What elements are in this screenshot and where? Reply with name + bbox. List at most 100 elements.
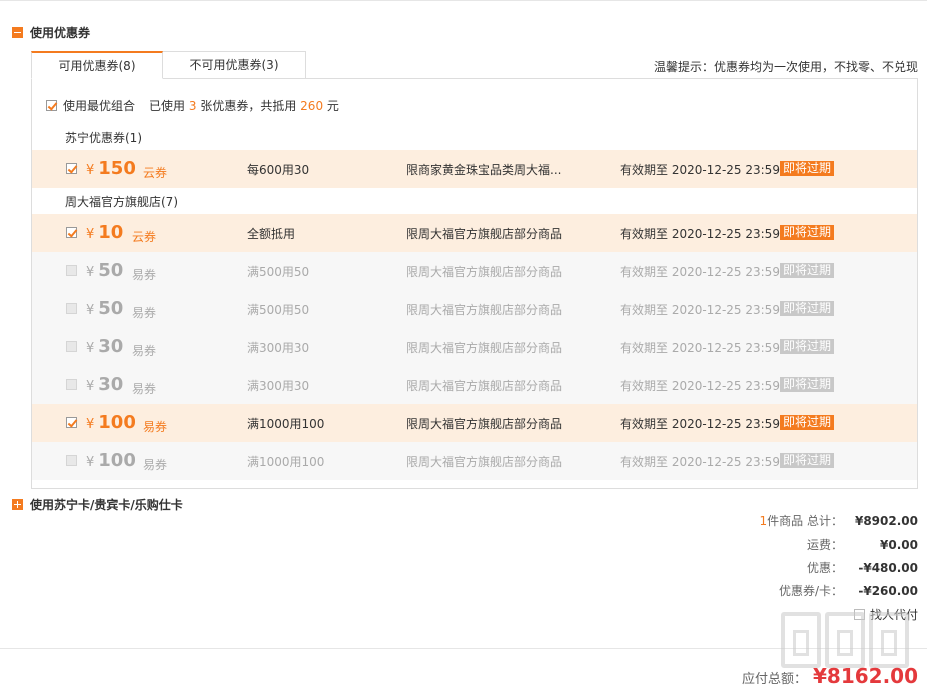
currency-symbol: ¥ — [86, 303, 95, 318]
currency-symbol: ¥ — [86, 455, 95, 470]
summary-shipping-row: 运费： ¥0.00 — [807, 536, 918, 553]
used-count: 3 — [188, 99, 197, 113]
watermark-glyph — [825, 612, 865, 668]
coupon-kind: 云券 — [132, 230, 157, 244]
coupon-scope: 限周大福官方旗舰店部分商品 — [406, 265, 563, 279]
coupon-scope: 限周大福官方旗舰店部分商品 — [406, 417, 563, 431]
best-combo-checkbox[interactable] — [46, 100, 57, 111]
currency-symbol: ¥ — [86, 227, 95, 242]
coupon-kind: 易券 — [132, 344, 157, 358]
coupon-checkbox[interactable] — [66, 379, 77, 390]
expiring-badge: 即将过期 — [780, 263, 835, 278]
coupon-checkbox[interactable] — [66, 303, 77, 314]
coupon-row[interactable]: ¥30 易券 满300用30 限周大福官方旗舰店部分商品 有效期至 2020-12-25… — [32, 366, 917, 404]
coupon-rule: 满500用50 — [247, 303, 310, 317]
coupon-checkbox[interactable] — [66, 341, 77, 352]
watermark-glyph — [869, 612, 909, 668]
currency-symbol: ¥ — [86, 163, 95, 178]
coupon-row[interactable]: ¥30 易券 满300用30 限周大福官方旗舰店部分商品 有效期至 2020-12-25… — [32, 328, 917, 366]
best-combo-label[interactable]: 使用最优组合 — [63, 97, 135, 114]
coupon-validity: 有效期至 2020-12-25 23:59 — [620, 455, 780, 469]
coupon-amount-value: 50 — [98, 298, 124, 319]
coupon-kind: 易券 — [143, 420, 168, 434]
coupon-rule: 满500用50 — [247, 265, 310, 279]
coupon-scope: 限周大福官方旗舰店部分商品 — [406, 341, 563, 355]
discount-label: 优惠： — [806, 561, 843, 575]
expiring-badge: 即将过期 — [780, 377, 835, 392]
coupon-scope: 限周大福官方旗舰店部分商品 — [406, 227, 563, 241]
coupon-scope: 限周大福官方旗舰店部分商品 — [406, 379, 563, 393]
group-title-chowtaifook: 周大福官方旗舰店(7) — [65, 195, 178, 209]
tab-unavailable-coupons[interactable]: 不可用优惠券(3) — [163, 51, 306, 79]
coupon-validity: 有效期至 2020-12-25 23:59 — [620, 265, 780, 279]
discount-value: -¥480.00 — [858, 560, 918, 575]
coupon-tabs: 可用优惠券(8) 不可用优惠券(3) — [31, 51, 306, 79]
coupon-row[interactable]: ¥100 易券 满1000用100 限周大福官方旗舰店部分商品 有效期至 2020-12… — [32, 442, 917, 480]
coupon-kind: 易券 — [132, 268, 157, 282]
expand-icon[interactable] — [12, 499, 23, 510]
coupon-kind: 易券 — [143, 458, 168, 472]
expiring-badge: 即将过期 — [780, 339, 835, 354]
coupon-section-header[interactable]: 使用优惠券 — [12, 24, 90, 41]
coupon-amount-value: 10 — [98, 222, 124, 243]
summary-total-row: 1件商品 总计： ¥8902.00 — [760, 512, 918, 529]
summary-discount-row: 优惠： -¥480.00 — [807, 559, 918, 576]
coupon-amount: ¥100 — [86, 412, 136, 433]
coupon-validity: 有效期至 2020-12-25 23:59 — [620, 227, 780, 241]
tab-available-coupons[interactable]: 可用优惠券(8) — [31, 51, 163, 79]
coupon-amount: ¥30 — [86, 336, 123, 357]
pay-total-row: 应付总额： ¥8162.00 — [742, 664, 918, 688]
coupon-row[interactable]: ¥150 云券 每600用30 限商家黄金珠宝品类周大福... 有效期至 2020-12… — [32, 150, 917, 188]
expiring-badge: 即将过期 — [780, 453, 835, 468]
collapse-icon[interactable] — [12, 27, 23, 38]
coupon-checkbox[interactable] — [66, 265, 77, 276]
coupon-rule: 满1000用100 — [247, 417, 325, 431]
coupon-checkbox[interactable] — [66, 227, 77, 238]
top-divider — [0, 0, 927, 1]
coupon-validity: 有效期至 2020-12-25 23:59 — [620, 341, 780, 355]
coupon-card-label: 优惠券/卡： — [778, 584, 843, 598]
coupon-scope: 限周大福官方旗舰店部分商品 — [406, 455, 563, 469]
coupon-row[interactable]: ¥50 易券 满500用50 限周大福官方旗舰店部分商品 有效期至 2020-12-25… — [32, 252, 917, 290]
coupon-checkbox[interactable] — [66, 163, 77, 174]
coupon-validity: 有效期至 2020-12-25 23:59 — [620, 163, 780, 177]
coupon-section-title: 使用优惠券 — [30, 26, 91, 40]
card-section-header[interactable]: 使用苏宁卡/贵宾卡/乐购仕卡 — [12, 496, 183, 513]
coupon-checkbox[interactable] — [66, 417, 77, 428]
coupon-validity: 有效期至 2020-12-25 23:59 — [620, 379, 780, 393]
coupon-amount-value: 50 — [98, 260, 124, 281]
items-label: 件商品 总计： — [767, 514, 843, 528]
coupon-amount: ¥50 — [86, 260, 123, 281]
coupon-amount: ¥150 — [86, 158, 136, 179]
used-mid: 张优惠券，共抵用 — [200, 99, 297, 113]
currency-symbol: ¥ — [86, 265, 95, 280]
coupon-rule: 满300用30 — [247, 341, 310, 355]
coupon-checkbox[interactable] — [66, 455, 77, 466]
summary-coupon-row: 优惠券/卡： -¥260.00 — [779, 582, 918, 599]
coupon-row[interactable]: ¥100 易券 满1000用100 限周大福官方旗舰店部分商品 有效期至 2020-12… — [32, 404, 917, 442]
coupon-kind: 易券 — [132, 382, 157, 396]
coupon-row[interactable]: ¥10 云券 全额抵用 限周大福官方旗舰店部分商品 有效期至 2020-12-25 23… — [32, 214, 917, 252]
coupon-amount-value: 30 — [98, 336, 124, 357]
currency-symbol: ¥ — [86, 341, 95, 356]
pay-total-value: ¥8162.00 — [812, 664, 918, 688]
summary-total-value: ¥8902.00 — [854, 513, 918, 528]
coupon-amount-value: 100 — [98, 450, 136, 471]
coupon-amount: ¥100 — [86, 450, 136, 471]
used-amount: 260 — [300, 99, 324, 113]
coupon-validity: 有效期至 2020-12-25 23:59 — [620, 303, 780, 317]
shipping-value: ¥0.00 — [880, 537, 918, 552]
currency-symbol: ¥ — [86, 417, 95, 432]
coupon-rule: 全额抵用 — [247, 227, 296, 241]
coupon-rule: 满1000用100 — [247, 455, 325, 469]
shipping-label: 运费： — [806, 538, 843, 552]
currency-symbol: ¥ — [86, 379, 95, 394]
coupon-row[interactable]: ¥50 易券 满500用50 限周大福官方旗舰店部分商品 有效期至 2020-12-25… — [32, 290, 917, 328]
group-title-suning: 苏宁优惠券(1) — [65, 131, 142, 145]
coupon-amount: ¥50 — [86, 298, 123, 319]
watermark-glyph — [781, 612, 821, 668]
coupon-validity: 有效期至 2020-12-25 23:59 — [620, 417, 780, 431]
coupon-amount-value: 100 — [98, 412, 136, 433]
coupon-amount-value: 30 — [98, 374, 124, 395]
best-combo-row: 使用最优组合 已使用 3 张优惠券，共抵用 260 元 — [46, 97, 339, 114]
